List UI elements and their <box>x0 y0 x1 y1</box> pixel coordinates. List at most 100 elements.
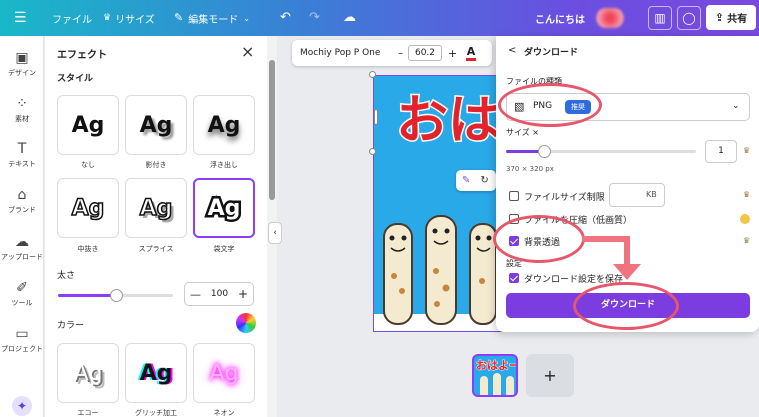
chevron-down-icon[interactable]: ⌄ <box>732 101 740 111</box>
style-heading: スタイル <box>57 74 94 84</box>
cloud-save-icon[interactable]: ☁ <box>343 0 356 36</box>
redo-icon: ↷ <box>309 10 320 25</box>
color-wheel-icon[interactable] <box>236 313 256 333</box>
menu-icon[interactable]: ☰ <box>14 0 27 36</box>
font-size-decrease[interactable]: – <box>398 40 403 66</box>
font-size-increase[interactable]: + <box>448 40 457 66</box>
font-selector[interactable]: Mochiy Pop P One <box>300 40 380 66</box>
rail-item-text[interactable]: T テキスト <box>0 141 44 169</box>
text-color-button[interactable]: A <box>466 40 476 66</box>
limit-size-checkbox[interactable] <box>509 191 519 201</box>
rail-item-brand[interactable]: ⌂ ブランド <box>0 187 44 215</box>
middle-creature <box>425 215 457 325</box>
share-icon: ⇪ <box>714 11 725 24</box>
rail-item-project[interactable]: ▭ プロジェクト <box>0 326 44 354</box>
design-canvas[interactable]: おはよ <box>373 75 503 332</box>
redo-button[interactable]: ↷ <box>309 0 320 36</box>
crown-icon: ♛ <box>743 146 751 155</box>
font-size-input[interactable]: 60.2 <box>408 45 442 61</box>
share-button[interactable]: ⇪ 共有 <box>706 5 756 30</box>
style-card-outline[interactable]: Ag <box>193 178 255 238</box>
style-sample: Ag <box>209 360 239 386</box>
resize-menu[interactable]: ♛ リサイズ <box>103 0 155 36</box>
file-menu[interactable]: ファイル <box>52 0 92 36</box>
pro-icon <box>740 214 750 224</box>
crown-icon: ♛ <box>103 13 112 23</box>
style-label: 中抜き <box>77 245 99 253</box>
style-card-lift[interactable]: Ag <box>193 95 255 155</box>
style-label: ネオン <box>213 409 235 417</box>
size-input[interactable]: 1 <box>705 140 737 163</box>
style-label: エコー <box>77 409 99 417</box>
greeting-label: こんにちは <box>535 14 585 26</box>
rail-item-tools[interactable]: ✐ ツール <box>0 280 44 308</box>
greeting-text: こんにちは <box>535 0 585 36</box>
style-card-shadow[interactable]: Ag <box>125 95 187 155</box>
thickness-slider-handle[interactable] <box>109 289 123 302</box>
text-color-icon: A <box>466 44 476 58</box>
page-thumbnail[interactable]: おはよー <box>472 354 518 397</box>
edit-mode-label: 編集モード <box>188 14 239 26</box>
file-menu-label: ファイル <box>52 14 92 26</box>
avatar[interactable] <box>596 8 624 28</box>
edit-magic-icon[interactable]: ✎ <box>462 175 470 186</box>
rail-item-design[interactable]: ▣ デザイン <box>0 50 44 78</box>
annotation-arrow-head <box>613 264 641 280</box>
style-card-neon[interactable]: Ag <box>193 343 255 403</box>
rail-label: ツール <box>11 299 33 307</box>
pencil-icon: ✎ <box>174 11 184 24</box>
side-handle[interactable] <box>374 109 378 125</box>
magic-icon[interactable]: ✦ <box>12 396 32 416</box>
rail-label: プロジェクト <box>1 345 43 353</box>
annotation-oval <box>493 215 585 263</box>
chevron-left-icon: ‹ <box>273 228 277 238</box>
style-sample: Ag <box>71 195 105 222</box>
upload-icon: ☁ <box>15 234 29 250</box>
resize-handle[interactable] <box>369 71 376 78</box>
style-card-echo[interactable]: Ag <box>57 343 119 403</box>
resize-handle[interactable] <box>369 148 376 155</box>
thickness-stepper[interactable]: — 100 + <box>184 282 254 306</box>
rotate-icon[interactable]: ↻ <box>480 175 488 186</box>
comment-icon: ◯ <box>682 11 696 25</box>
rail-label: テキスト <box>8 160 36 168</box>
thickness-slider-fill <box>58 294 116 297</box>
style-card-glitch[interactable]: Ag <box>125 343 187 403</box>
rail-item-upload[interactable]: ☁ アップロード <box>0 234 44 262</box>
style-card-none[interactable]: Ag <box>57 95 119 155</box>
style-label: 袋文字 <box>213 245 235 253</box>
size-slider-handle[interactable] <box>538 145 551 158</box>
style-label: 影付き <box>145 161 167 169</box>
collapse-panel-button[interactable]: ‹ <box>268 222 282 244</box>
bar-chart-icon: ▥ <box>654 11 666 25</box>
tools-icon: ✐ <box>16 280 28 296</box>
font-name: Mochiy Pop P One <box>300 48 381 58</box>
undo-button[interactable]: ↶ <box>280 0 291 36</box>
style-card-splice[interactable]: Ag <box>125 178 187 238</box>
annotation-oval <box>498 83 602 127</box>
insights-button[interactable]: ▥ <box>648 6 672 30</box>
crown-icon: ♛ <box>743 190 751 199</box>
style-label: 浮き出し <box>210 161 238 169</box>
rail-label: ブランド <box>8 206 36 214</box>
dimensions-text: 370 × 320 px <box>506 165 554 173</box>
undo-icon: ↶ <box>280 10 291 25</box>
add-page-button[interactable]: + <box>526 354 574 397</box>
crown-icon: ♛ <box>743 236 751 245</box>
plus-icon: + <box>448 46 458 60</box>
font-size-value: 60.2 <box>414 48 436 58</box>
close-icon[interactable]: × <box>241 42 254 61</box>
minus-icon[interactable]: — <box>190 288 201 301</box>
plus-icon[interactable]: + <box>238 287 248 301</box>
thickness-value[interactable]: 100 <box>211 289 228 299</box>
rail-item-elements[interactable]: ⁘ 素材 <box>0 96 44 124</box>
left-creature <box>383 223 413 325</box>
save-settings-checkbox[interactable] <box>509 273 519 283</box>
back-icon[interactable]: < <box>508 45 516 56</box>
text-icon: T <box>17 141 27 157</box>
panel-scrollbar-thumb[interactable] <box>269 60 275 200</box>
comment-button[interactable]: ◯ <box>677 6 701 30</box>
edit-mode-dropdown[interactable]: ✎ 編集モード ⌄ <box>174 0 250 36</box>
panel-title: エフェクト <box>57 50 107 61</box>
style-card-hollow[interactable]: Ag <box>57 178 119 238</box>
